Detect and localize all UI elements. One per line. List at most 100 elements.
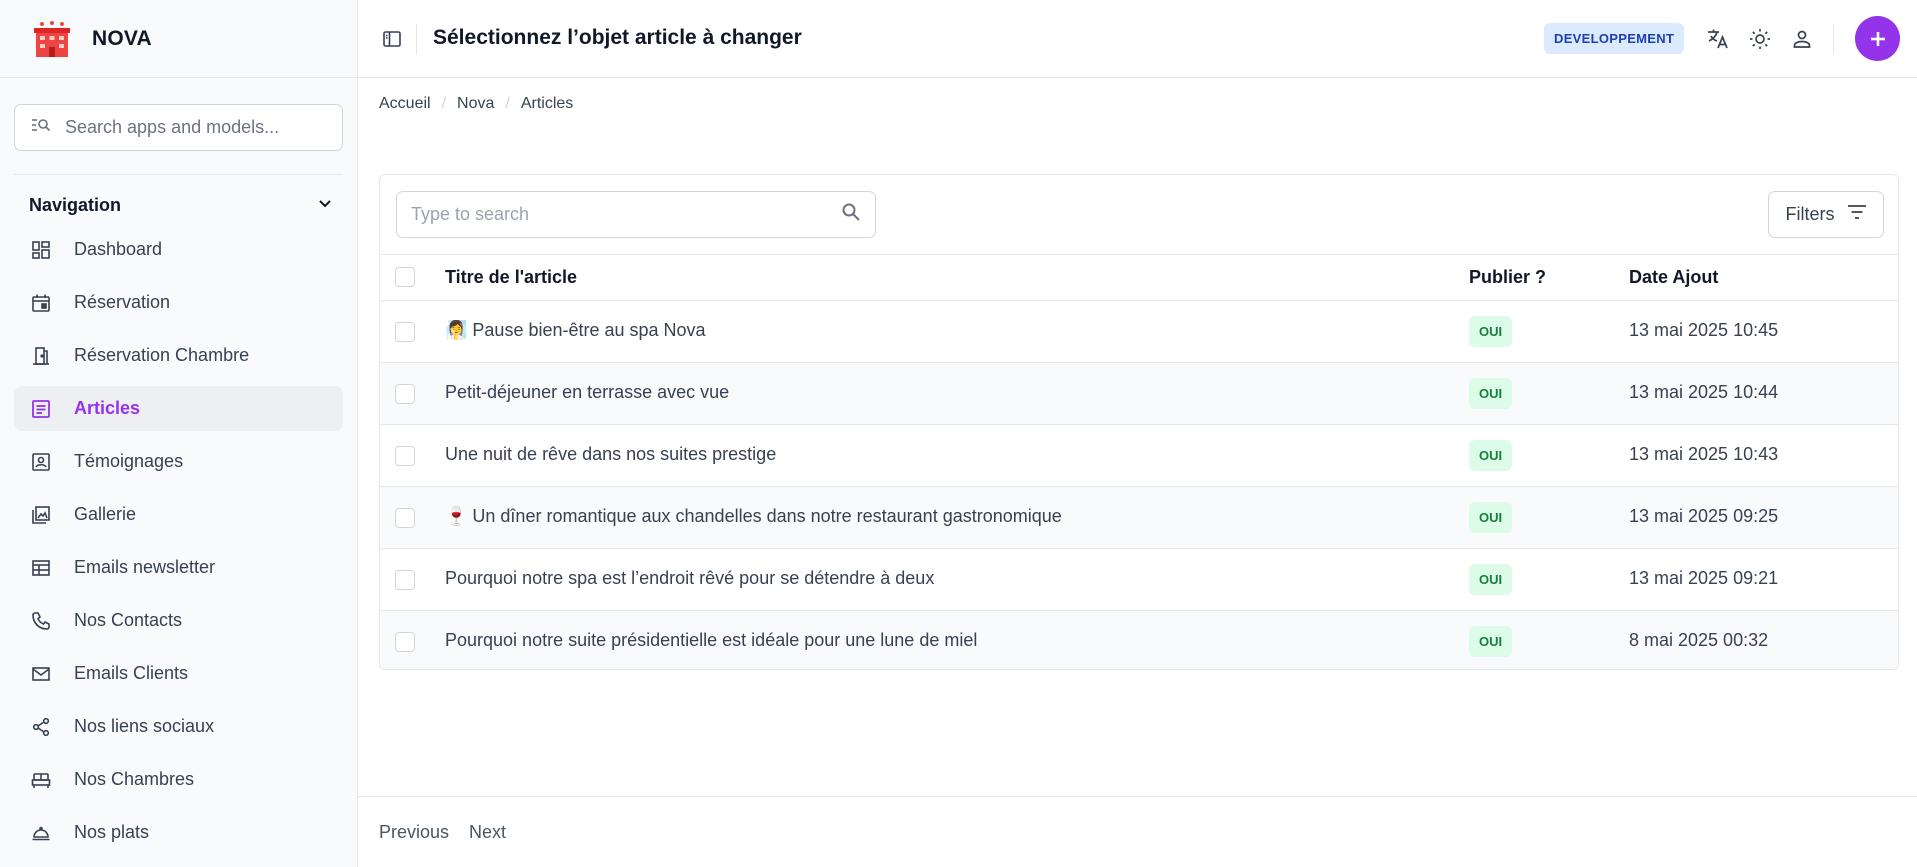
published-badge: OUI [1469, 378, 1513, 409]
sidebar-search[interactable] [14, 104, 343, 151]
add-button[interactable] [1855, 16, 1900, 61]
topbar: Sélectionnez l’objet article à changer D… [358, 0, 1917, 78]
article-title-link[interactable]: Une nuit de rêve dans nos suites prestig… [445, 444, 776, 465]
breadcrumb-app[interactable]: Nova [457, 95, 494, 113]
article-title-link[interactable]: 🧖‍♀️ Pause bien-être au spa Nova [445, 320, 706, 341]
row-checkbox[interactable] [395, 322, 415, 342]
row-checkbox[interactable] [395, 446, 415, 466]
sidebar-search-input[interactable] [65, 117, 335, 138]
theme-sun-icon[interactable] [1747, 26, 1773, 52]
sidebar-item-temoignages[interactable]: Témoignages [14, 439, 343, 484]
table-search-input[interactable] [411, 204, 841, 225]
phone-icon [30, 610, 52, 632]
sidebar-item-dashboard[interactable]: Dashboard [14, 227, 343, 272]
sidebar-item-emails-newsletter[interactable]: Emails newsletter [14, 545, 343, 590]
breadcrumb: Accueil / Nova / Articles [379, 93, 573, 115]
share-icon [30, 716, 52, 738]
nav-heading: Navigation [29, 194, 122, 215]
table-row[interactable]: 🧖‍♀️ Pause bien-être au spa Nova OUI 13 … [380, 301, 1898, 363]
table-header: Titre de l'article Publier ? Date Ajout [380, 255, 1898, 301]
sidebar-item-emails-clients[interactable]: Emails Clients [14, 651, 343, 696]
articles-table-card: Filters Titre de l'article Publier ? Dat… [379, 174, 1899, 670]
sidebar-item-reservation-chambre[interactable]: Réservation Chambre [14, 333, 343, 378]
contact-card-icon [30, 451, 52, 473]
sidebar-item-nos-liens-sociaux[interactable]: Nos liens sociaux [14, 704, 343, 749]
date-added: 13 mai 2025 10:45 [1629, 320, 1779, 340]
app-name: NOVA [92, 26, 152, 50]
sidebar-item-nos-contacts[interactable]: Nos Contacts [14, 598, 343, 643]
search-list-icon [31, 117, 51, 138]
pagination: Previous Next [358, 796, 1917, 867]
published-badge: OUI [1469, 564, 1513, 595]
sidebar-item-label: Emails Clients [74, 663, 189, 683]
published-badge: OUI [1469, 440, 1513, 471]
previous-page-button[interactable]: Previous [379, 822, 449, 843]
breadcrumb-home[interactable]: Accueil [379, 95, 431, 113]
chevron-down-icon [317, 195, 333, 216]
date-added: 8 mai 2025 00:32 [1629, 630, 1769, 650]
sidebar-item-gallerie[interactable]: Gallerie [14, 492, 343, 537]
table-row[interactable]: Pourquoi notre spa est l’endroit rêvé po… [380, 549, 1898, 611]
user-icon[interactable] [1789, 26, 1815, 52]
row-checkbox[interactable] [395, 508, 415, 528]
filter-lines-icon [1847, 204, 1867, 225]
sidebar-item-label: Nos liens sociaux [74, 716, 215, 736]
sidebar-item-label: Nos Contacts [74, 610, 183, 630]
sidebar-item-nos-plats[interactable]: Nos plats [14, 810, 343, 855]
search-icon[interactable] [841, 202, 861, 227]
row-checkbox[interactable] [395, 632, 415, 652]
date-added: 13 mai 2025 10:44 [1629, 382, 1779, 402]
table-row[interactable]: Une nuit de rêve dans nos suites prestig… [380, 425, 1898, 487]
sidebar-item-label: Nos plats [74, 822, 150, 842]
filters-label: Filters [1785, 204, 1835, 224]
sidebar-item-label: Réservation [74, 292, 171, 312]
sidebar-toggle-icon[interactable] [380, 27, 404, 51]
published-badge: OUI [1469, 626, 1513, 657]
column-header-title[interactable]: Titre de l'article [445, 267, 577, 288]
table-search[interactable] [396, 191, 876, 238]
sidebar-item-label: Dashboard [74, 239, 163, 259]
filters-button[interactable]: Filters [1768, 191, 1884, 238]
article-title-link[interactable]: Pourquoi notre spa est l’endroit rêvé po… [445, 568, 934, 589]
column-header-published[interactable]: Publier ? [1469, 267, 1546, 288]
dish-icon [30, 822, 52, 844]
breadcrumb-separator: / [505, 95, 510, 112]
door-icon [30, 345, 52, 367]
date-added: 13 mai 2025 09:25 [1629, 506, 1779, 526]
sidebar-item-reservation[interactable]: Réservation [14, 280, 343, 325]
article-icon [30, 398, 52, 420]
table-toolbar: Filters [380, 175, 1898, 255]
article-title-link[interactable]: 🍷 Un dîner romantique aux chandelles dan… [445, 506, 1062, 527]
brand[interactable]: NOVA [0, 0, 358, 78]
select-all-checkbox[interactable] [395, 267, 415, 287]
row-checkbox[interactable] [395, 570, 415, 590]
sidebar-nav: Dashboard Réservation Réservation Chambr… [14, 227, 343, 863]
table-row[interactable]: Petit-déjeuner en terrasse avec vue OUI … [380, 363, 1898, 425]
sidebar: NOVA Navigation Dashboard Réservat [0, 0, 358, 867]
dashboard-icon [30, 239, 52, 261]
sidebar-item-label: Nos Chambres [74, 769, 195, 789]
table-icon [30, 557, 52, 579]
sidebar-divider [14, 174, 343, 175]
environment-badge: DEVELOPPEMENT [1544, 23, 1685, 54]
breadcrumb-separator: / [441, 95, 447, 112]
table-row[interactable]: Pourquoi notre suite présidentielle est … [380, 611, 1898, 669]
translate-icon[interactable] [1705, 26, 1731, 52]
topbar-divider [416, 24, 417, 54]
nav-section-header[interactable]: Navigation [29, 190, 333, 220]
bed-icon [30, 769, 52, 791]
article-title-link[interactable]: Petit-déjeuner en terrasse avec vue [445, 382, 729, 403]
plus-icon [1870, 31, 1885, 46]
published-badge: OUI [1469, 502, 1513, 533]
table-row[interactable]: 🍷 Un dîner romantique aux chandelles dan… [380, 487, 1898, 549]
date-added: 13 mai 2025 09:21 [1629, 568, 1779, 588]
sidebar-item-nos-chambres[interactable]: Nos Chambres [14, 757, 343, 802]
article-title-link[interactable]: Pourquoi notre suite présidentielle est … [445, 630, 977, 651]
sidebar-item-articles[interactable]: Articles [14, 386, 343, 431]
column-header-date[interactable]: Date Ajout [1629, 267, 1718, 288]
row-checkbox[interactable] [395, 384, 415, 404]
breadcrumb-current: Articles [520, 95, 574, 112]
sidebar-item-label: Gallerie [74, 504, 137, 524]
mail-icon [30, 663, 52, 685]
next-page-button[interactable]: Next [469, 822, 506, 843]
